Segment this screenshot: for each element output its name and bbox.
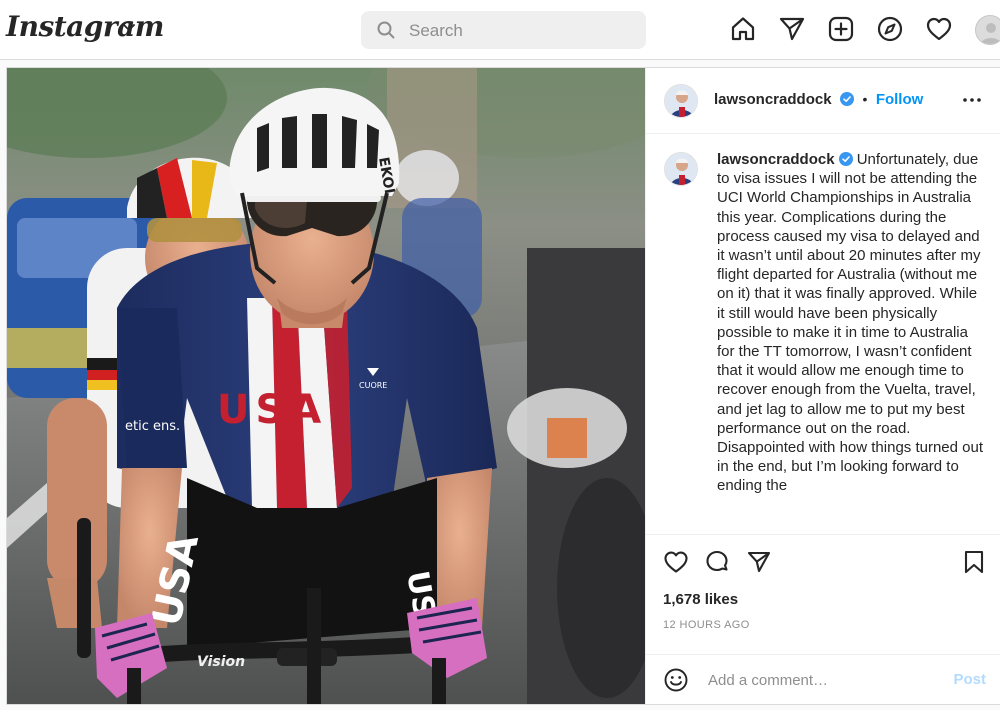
- post-card: USA CUORE etic ens. EKOI USA USA Vision …: [6, 67, 1000, 705]
- post-timestamp[interactable]: 12 HOURS AGO: [663, 619, 750, 631]
- new-post-icon[interactable]: [827, 15, 855, 43]
- direct-send-icon[interactable]: [778, 15, 806, 43]
- sleeve-text: etic ens.: [125, 419, 180, 434]
- instagram-logo[interactable]: Instagram: [6, 10, 164, 43]
- author-username[interactable]: lawsoncraddock: [714, 91, 832, 108]
- caption-text: Unfortunately, due to visa issues I will…: [717, 151, 984, 495]
- share-send-icon[interactable]: [746, 549, 772, 575]
- verified-badge-icon: [838, 152, 853, 166]
- post-caption: lawsoncraddock Unfortunately, due to vis…: [717, 150, 985, 496]
- comment-bubble-icon[interactable]: [704, 549, 730, 575]
- post-side-panel: lawsoncraddock • Follow lawsoncraddock U…: [645, 68, 1000, 704]
- like-heart-icon[interactable]: [663, 549, 689, 575]
- jersey-brand: CUORE: [359, 381, 387, 390]
- post-comment-button[interactable]: Post: [953, 671, 986, 688]
- comments-section: lawsoncraddock Unfortunately, due to vis…: [646, 134, 1000, 534]
- more-options-icon[interactable]: [962, 90, 982, 110]
- post-actions: 1,678 likes 12 HOURS AGO: [646, 534, 1000, 664]
- top-navigation-bar: Instagram: [0, 0, 1000, 60]
- cyclist-photo: USA CUORE etic ens. EKOI USA USA Vision: [7, 68, 645, 704]
- chevron-down-icon[interactable]: [122, 20, 136, 34]
- verified-badge-icon: [840, 92, 854, 106]
- search-box[interactable]: [361, 11, 646, 49]
- post-header: lawsoncraddock • Follow: [646, 68, 1000, 134]
- explore-compass-icon[interactable]: [876, 15, 904, 43]
- caption-author-avatar[interactable]: [664, 152, 698, 186]
- post-photo[interactable]: USA CUORE etic ens. EKOI USA USA Vision: [7, 68, 645, 704]
- header-separator: •: [862, 91, 868, 107]
- search-input[interactable]: [407, 18, 631, 44]
- handlebar-text: Vision: [197, 654, 245, 670]
- add-comment-bar: Post: [646, 654, 1000, 704]
- jersey-text: USA: [217, 387, 327, 433]
- activity-heart-icon[interactable]: [925, 15, 953, 43]
- comment-input[interactable]: [706, 668, 930, 692]
- save-bookmark-icon[interactable]: [961, 549, 987, 575]
- search-icon: [377, 21, 395, 39]
- profile-avatar[interactable]: [975, 15, 1000, 45]
- author-avatar[interactable]: [664, 84, 698, 118]
- caption-username[interactable]: lawsoncraddock: [717, 151, 835, 168]
- emoji-icon[interactable]: [663, 667, 689, 693]
- home-icon[interactable]: [729, 15, 757, 43]
- likes-count[interactable]: 1,678 likes: [663, 591, 738, 608]
- follow-button[interactable]: Follow: [876, 91, 924, 108]
